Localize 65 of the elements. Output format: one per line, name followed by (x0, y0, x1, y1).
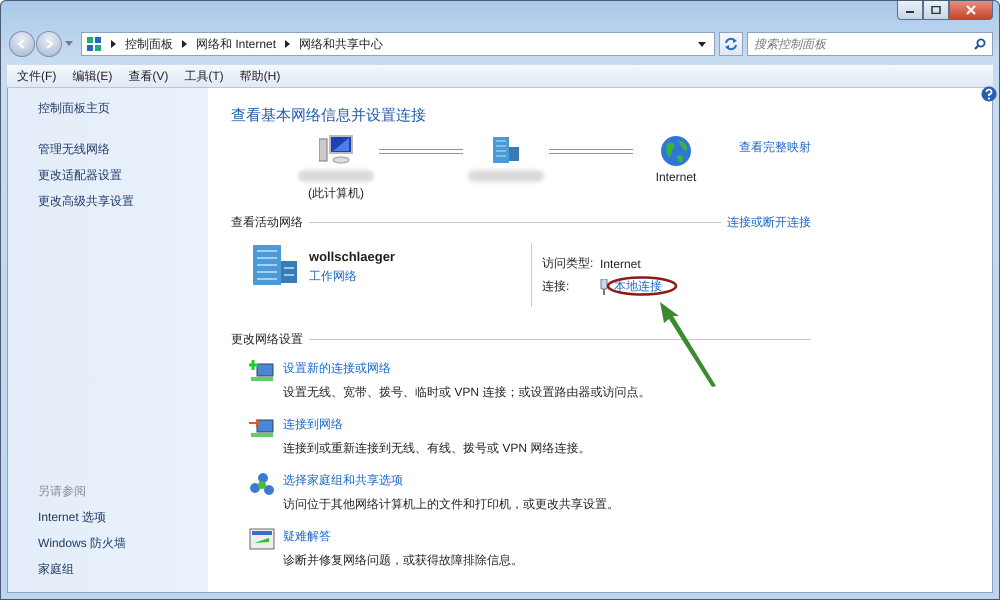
highlight-ellipse (606, 275, 678, 297)
refresh-button[interactable] (719, 32, 743, 56)
network-name: wollschlaeger (309, 249, 395, 264)
task-link[interactable]: 选择家庭组和共享选项 (283, 472, 619, 489)
task-description: 连接到或重新连接到无线、有线、拨号或 VPN 网络连接。 (283, 440, 590, 457)
sidebar-link[interactable]: 更改高级共享设置 (38, 193, 134, 210)
node-label: (此计算机) (308, 185, 364, 202)
see-also-heading: 另请参阅 (38, 483, 86, 500)
menu-item[interactable]: 帮助(H) (240, 68, 280, 84)
maximize-icon (931, 6, 941, 14)
access-type-label: 访问类型: (542, 255, 594, 272)
sidebar-link[interactable]: 控制面板主页 (38, 100, 110, 117)
task-link[interactable]: 疑难解答 (283, 528, 523, 545)
computer-icon[interactable] (319, 135, 353, 165)
section-heading: 查看活动网络 (231, 214, 303, 231)
search-icon[interactable] (974, 38, 986, 50)
see-also-link[interactable]: 家庭组 (38, 561, 74, 578)
new-connection-icon (249, 360, 275, 384)
connect-network-icon (249, 416, 275, 440)
building-icon (251, 243, 299, 287)
breadcrumb[interactable]: 网络和共享中心 (299, 36, 384, 52)
forward-button[interactable] (36, 31, 62, 57)
menu-item[interactable]: 查看(V) (128, 68, 168, 84)
task-description: 访问位于其他网络计算机上的文件和打印机，或更改共享设置。 (283, 496, 619, 513)
search-field[interactable]: 搜索控制面板 (747, 32, 993, 56)
access-type-value: Internet (600, 256, 641, 270)
address-bar[interactable]: 控制面板 网络和 Internet 网络和共享中心 (81, 32, 715, 56)
control-panel-icon (86, 36, 102, 52)
help-icon[interactable] (981, 86, 997, 102)
see-also-link[interactable]: Internet 选项 (38, 509, 106, 526)
history-dropdown-icon[interactable] (65, 41, 73, 47)
minimize-button[interactable] (897, 1, 923, 20)
task-description: 诊断并修复网络问题，或获得故障排除信息。 (283, 552, 523, 569)
back-button[interactable] (9, 31, 35, 57)
section-heading: 更改网络设置 (231, 331, 303, 348)
task-description: 设置无线、宽带、拨号、临时或 VPN 连接；或设置路由器或访问点。 (283, 384, 650, 401)
refresh-icon (724, 37, 738, 51)
task-link[interactable]: 连接到网络 (283, 416, 590, 433)
chevron-icon[interactable] (111, 40, 116, 48)
close-button[interactable] (949, 1, 993, 20)
building-icon[interactable] (491, 135, 521, 165)
chevron-icon[interactable] (182, 40, 187, 48)
ethernet-plug-icon (600, 278, 608, 294)
troubleshoot-icon (249, 528, 275, 550)
globe-icon[interactable] (660, 135, 692, 167)
network-type-link[interactable]: 工作网络 (309, 268, 395, 285)
connect-disconnect-link[interactable]: 连接或断开连接 (727, 214, 811, 231)
menu-item[interactable]: 编辑(E) (72, 68, 112, 84)
connections-label: 连接: (542, 278, 570, 295)
menu-item[interactable]: 文件(F) (17, 68, 56, 84)
page-title: 查看基本网络信息并设置连接 (231, 106, 427, 125)
sidebar-link[interactable]: 更改适配器设置 (38, 167, 122, 184)
full-map-link[interactable]: 查看完整映射 (739, 139, 811, 156)
dropdown-icon[interactable] (698, 42, 706, 46)
task-link[interactable]: 设置新的连接或网络 (283, 360, 650, 377)
maximize-button[interactable] (923, 1, 949, 20)
sidebar-link[interactable]: 管理无线网络 (38, 141, 110, 158)
homegroup-icon (249, 472, 275, 496)
close-icon (965, 5, 977, 15)
see-also-link[interactable]: Windows 防火墙 (38, 535, 126, 552)
breadcrumb[interactable]: 网络和 Internet (196, 36, 276, 52)
menu-item[interactable]: 工具(T) (184, 68, 224, 84)
node-label: Internet (656, 170, 696, 184)
chevron-icon[interactable] (285, 40, 290, 48)
breadcrumb[interactable]: 控制面板 (125, 36, 173, 52)
